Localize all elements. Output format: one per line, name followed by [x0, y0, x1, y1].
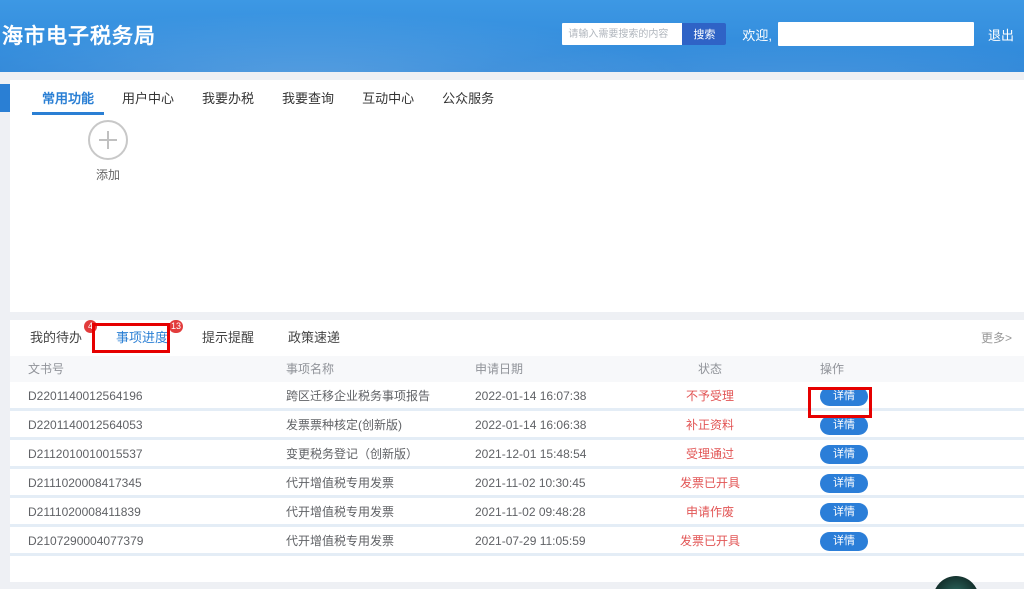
- annotation-box-detail-button: [808, 387, 872, 418]
- table-row: D2111020008411839代开增值税专用发票2021-11-02 09:…: [10, 498, 1024, 527]
- column-header: 文书号: [10, 356, 260, 382]
- detail-button[interactable]: 详情: [820, 416, 868, 435]
- table-row: D2107290004077379代开增值税专用发票2021-07-29 11:…: [10, 527, 1024, 556]
- main-tab-2[interactable]: 用户中心: [110, 80, 186, 115]
- panel-tab-4[interactable]: 政策速递: [288, 325, 340, 348]
- apply-date-cell: 2021-12-01 15:48:54: [460, 440, 630, 466]
- operation-cell: 详情: [790, 440, 1024, 466]
- detail-button[interactable]: 详情: [820, 503, 868, 522]
- table-header-row: 文书号事项名称申请日期状态操作: [10, 356, 1024, 382]
- main-tab-label: 用户中心: [122, 88, 174, 107]
- status-badge: 发票已开具: [680, 534, 740, 548]
- progress-table: 文书号事项名称申请日期状态操作 D2201140012564196跨区迁移企业税…: [10, 356, 1024, 556]
- annotation-box-progress-tab: [92, 323, 170, 353]
- status-cell: 不予受理: [630, 382, 790, 408]
- add-function-button[interactable]: 添加: [80, 120, 136, 183]
- detail-button[interactable]: 详情: [820, 445, 868, 464]
- column-header: 事项名称: [260, 356, 460, 382]
- item-name-cell: 代开增值税专用发票: [260, 527, 460, 553]
- status-badge: 补正资料: [686, 418, 734, 432]
- doc-number-cell: D2112010010015537: [10, 440, 260, 466]
- main-tab-label: 我要查询: [282, 88, 334, 107]
- site-title: 海市电子税务局: [2, 20, 156, 50]
- main-tab-4[interactable]: 我要查询: [270, 80, 346, 115]
- search-button[interactable]: 搜索: [682, 23, 726, 45]
- panel-tab-3[interactable]: 提示提醒: [202, 325, 254, 348]
- doc-number-cell: D2111020008417345: [10, 469, 260, 495]
- username-box: [778, 22, 974, 46]
- functions-card: 常用功能 用户中心 我要办税 我要查询 互动中心 公众服务 添加: [10, 80, 1024, 312]
- doc-number-cell: D2201140012564196: [10, 382, 260, 408]
- status-cell: 发票已开具: [630, 469, 790, 495]
- search-bar: 搜索: [562, 23, 726, 45]
- logout-button[interactable]: 退出: [988, 25, 1014, 44]
- doc-number-cell: D2107290004077379: [10, 527, 260, 553]
- status-badge: 申请作废: [686, 505, 734, 519]
- main-tab-label: 互动中心: [362, 88, 414, 107]
- status-cell: 申请作废: [630, 498, 790, 524]
- item-name-cell: 发票票种核定(创新版): [260, 411, 460, 437]
- doc-number-cell: D2111020008411839: [10, 498, 260, 524]
- header-right: 搜索 欢迎, 退出: [562, 22, 1014, 46]
- status-badge: 发票已开具: [680, 476, 740, 490]
- plus-icon[interactable]: [88, 120, 128, 160]
- progress-card: 我的待办4事项进度13提示提醒政策速递更多> 文书号事项名称申请日期状态操作 D…: [10, 320, 1024, 582]
- main-tab-1[interactable]: 常用功能: [30, 80, 106, 115]
- main-tab-3[interactable]: 我要办税: [190, 80, 266, 115]
- column-header: 申请日期: [460, 356, 630, 382]
- panel-tab-label: 提示提醒: [202, 330, 254, 345]
- detail-button[interactable]: 详情: [820, 532, 868, 551]
- status-cell: 受理通过: [630, 440, 790, 466]
- operation-cell: 详情: [790, 469, 1024, 495]
- column-header: 操作: [790, 356, 1024, 382]
- apply-date-cell: 2022-01-14 16:06:38: [460, 411, 630, 437]
- status-badge: 不予受理: [686, 389, 734, 403]
- main-nav: 常用功能 用户中心 我要办税 我要查询 互动中心 公众服务: [10, 80, 1024, 115]
- panel-tab-label: 政策速递: [288, 330, 340, 345]
- apply-date-cell: 2022-01-14 16:07:38: [460, 382, 630, 408]
- operation-cell: 详情: [790, 527, 1024, 553]
- header: 海市电子税务局 搜索 欢迎, 退出: [0, 0, 1024, 72]
- apply-date-cell: 2021-11-02 10:30:45: [460, 469, 630, 495]
- column-header: 状态: [630, 356, 790, 382]
- panel-tab-1[interactable]: 我的待办4: [30, 325, 82, 348]
- doc-number-cell: D2201140012564053: [10, 411, 260, 437]
- table-row: D2112010010015537变更税务登记（创新版）2021-12-01 1…: [10, 440, 1024, 469]
- item-name-cell: 变更税务登记（创新版）: [260, 440, 460, 466]
- status-cell: 发票已开具: [630, 527, 790, 553]
- welcome-label: 欢迎,: [742, 25, 772, 44]
- page: 海市电子税务局 搜索 欢迎, 退出 常用功能 用户中心 我要办税 我要查询 互动中心 公众…: [0, 0, 1024, 589]
- search-input[interactable]: [562, 23, 682, 45]
- main-tab-6[interactable]: 公众服务: [430, 80, 506, 115]
- left-accent-bar: [0, 84, 10, 112]
- tab-badge: 13: [169, 320, 183, 333]
- item-name-cell: 代开增值税专用发票: [260, 498, 460, 524]
- operation-cell: 详情: [790, 498, 1024, 524]
- detail-button[interactable]: 详情: [820, 474, 868, 493]
- item-name-cell: 代开增值税专用发票: [260, 469, 460, 495]
- table-row: D2111020008417345代开增值税专用发票2021-11-02 10:…: [10, 469, 1024, 498]
- status-cell: 补正资料: [630, 411, 790, 437]
- item-name-cell: 跨区迁移企业税务事项报告: [260, 382, 460, 408]
- apply-date-cell: 2021-11-02 09:48:28: [460, 498, 630, 524]
- apply-date-cell: 2021-07-29 11:05:59: [460, 527, 630, 553]
- panel-tab-label: 我的待办: [30, 330, 82, 345]
- main-tab-label: 公众服务: [442, 88, 494, 107]
- add-label: 添加: [80, 166, 136, 183]
- main-tab-label: 我要办税: [202, 88, 254, 107]
- more-link[interactable]: 更多>: [981, 329, 1012, 346]
- main-tab-5[interactable]: 互动中心: [350, 80, 426, 115]
- status-badge: 受理通过: [686, 447, 734, 461]
- main-tab-label: 常用功能: [42, 88, 94, 107]
